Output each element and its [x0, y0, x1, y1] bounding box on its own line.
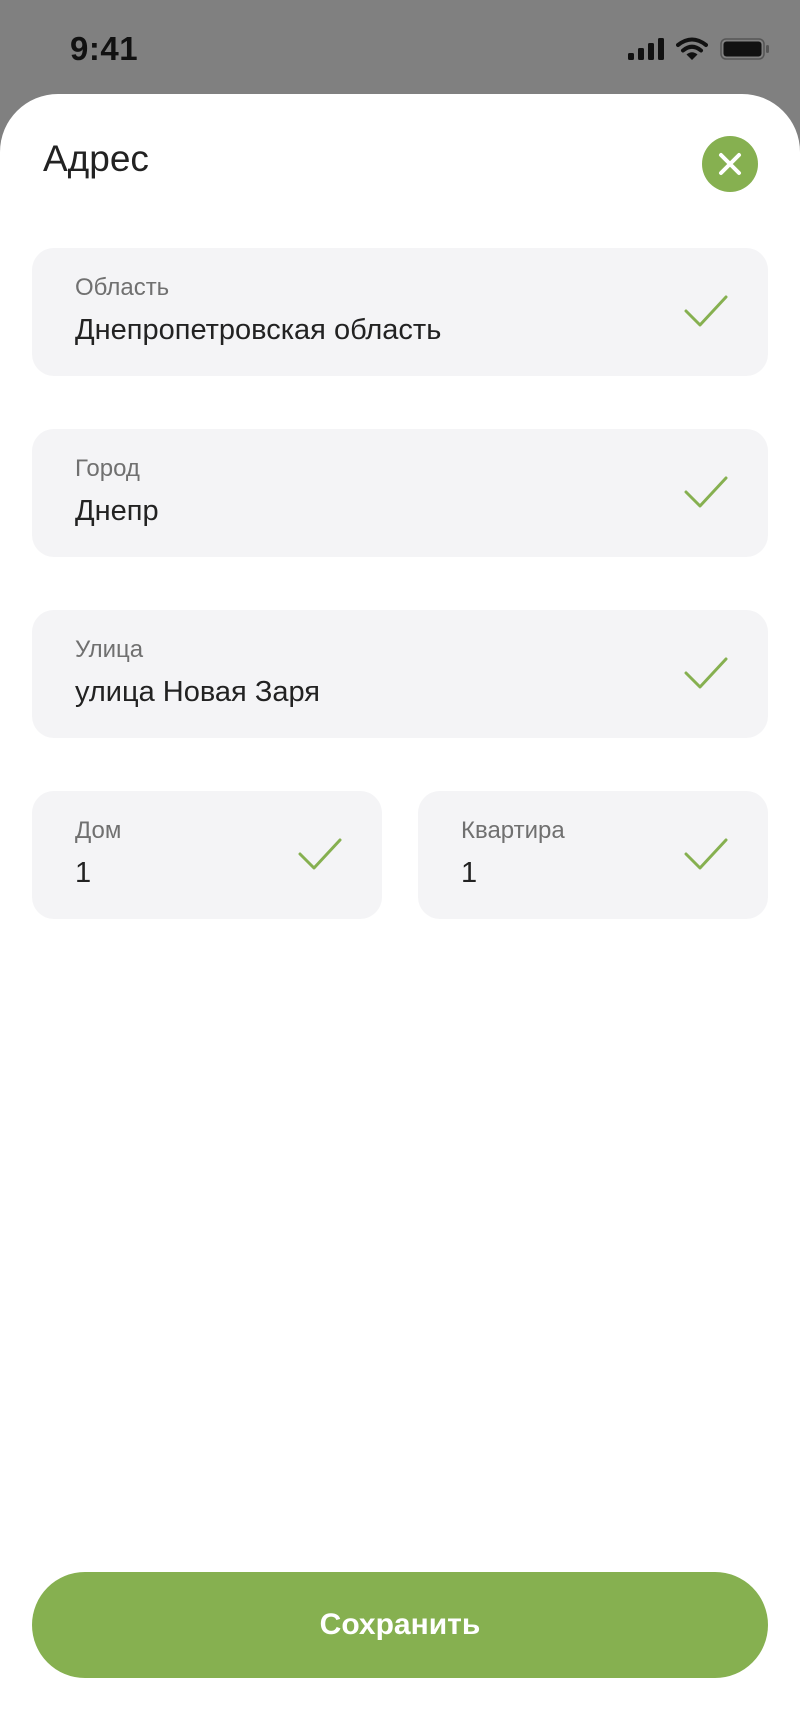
save-button[interactable]: Сохранить	[32, 1572, 768, 1678]
status-bar: 9:41	[0, 0, 800, 94]
close-icon	[719, 153, 741, 175]
house-value: 1	[75, 857, 92, 889]
wifi-icon	[676, 37, 708, 60]
signal-icon	[628, 38, 664, 60]
close-button[interactable]	[702, 136, 758, 192]
region-label: Область	[75, 274, 170, 301]
city-value: Днепр	[75, 495, 159, 527]
check-icon	[298, 838, 342, 870]
region-field[interactable]: Область Днепропетровская область	[32, 248, 768, 376]
house-field[interactable]: Дом 1	[32, 791, 382, 919]
city-field[interactable]: Город Днепр	[32, 429, 768, 557]
street-field[interactable]: Улица улица Новая Заря	[32, 610, 768, 738]
address-sheet: Адрес Область Днепропетровская область Г…	[0, 94, 800, 1732]
apartment-value: 1	[461, 857, 478, 889]
street-value: улица Новая Заря	[75, 676, 320, 708]
battery-icon	[720, 38, 769, 60]
status-icons	[628, 37, 770, 61]
street-label: Улица	[75, 636, 144, 663]
status-time: 9:41	[70, 30, 139, 67]
house-label: Дом	[75, 817, 122, 844]
city-label: Город	[75, 455, 140, 482]
check-icon	[684, 657, 728, 689]
check-icon	[684, 295, 728, 327]
check-icon	[684, 838, 728, 870]
apartment-field[interactable]: Квартира 1	[418, 791, 768, 919]
apartment-label: Квартира	[461, 817, 565, 844]
sheet-title: Адрес	[43, 138, 149, 179]
region-value: Днепропетровская область	[75, 314, 442, 346]
check-icon	[684, 476, 728, 508]
